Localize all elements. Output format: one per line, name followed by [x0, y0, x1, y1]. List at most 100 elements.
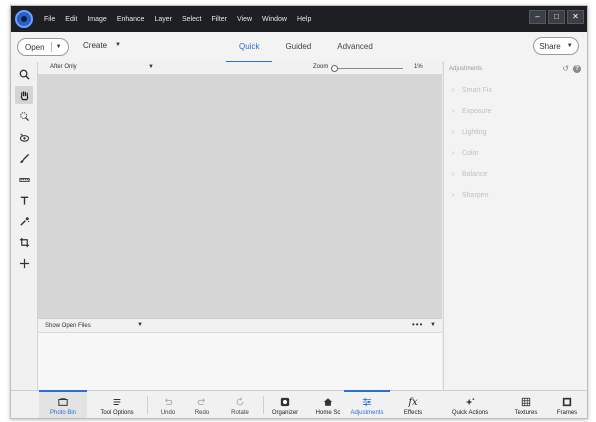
- adjustments-list: › Smart Fix › Exposure › Lighting › Colo…: [444, 80, 587, 206]
- adjustment-color[interactable]: › Color: [444, 143, 587, 164]
- move-tool[interactable]: [15, 254, 33, 272]
- menu-layer[interactable]: Layer: [149, 16, 177, 23]
- photo-bin-header: Show Open Files ▼ ••• ▼: [38, 318, 442, 332]
- menu-edit[interactable]: Edit: [60, 16, 82, 23]
- tool-options-label: Tool Options: [100, 410, 134, 416]
- minimize-button[interactable]: –: [529, 10, 546, 24]
- chevron-right-icon: ›: [451, 150, 455, 157]
- close-button[interactable]: ✕: [567, 10, 584, 24]
- adjustment-label: Color: [462, 150, 479, 157]
- organizer-button[interactable]: Organizer: [267, 391, 303, 418]
- home-screen-button[interactable]: Home Sc: [310, 391, 346, 418]
- create-button-label: Create: [83, 41, 108, 50]
- whiten-teeth-tool[interactable]: [15, 149, 33, 167]
- rotate-icon: [236, 397, 244, 406]
- chevron-right-icon: ›: [451, 171, 455, 178]
- adjustments-label: Adjustments: [350, 410, 384, 416]
- tab-guided[interactable]: Guided: [272, 32, 324, 62]
- zoom-slider-handle[interactable]: [331, 65, 338, 72]
- chevron-down-icon[interactable]: ▼: [430, 322, 436, 328]
- red-eye-tool[interactable]: [15, 128, 33, 146]
- menu-file[interactable]: File: [39, 16, 60, 23]
- tab-advanced[interactable]: Advanced: [324, 32, 386, 62]
- menu-view[interactable]: View: [232, 16, 257, 23]
- redo-label: Redo: [194, 410, 210, 416]
- more-options-icon[interactable]: •••: [412, 320, 423, 329]
- spot-healing-tool[interactable]: [15, 212, 33, 230]
- taskbar-divider: [263, 396, 264, 414]
- reset-icon[interactable]: ↺: [562, 64, 569, 73]
- adjustment-lighting[interactable]: › Lighting: [444, 122, 587, 143]
- quick-selection-icon: [19, 111, 29, 121]
- spot-healing-icon: [19, 216, 29, 226]
- straighten-icon: [18, 177, 30, 182]
- help-icon[interactable]: ?: [573, 64, 581, 73]
- app-window: File Edit Image Enhance Layer Select Fil…: [10, 5, 588, 419]
- maximize-button[interactable]: □: [548, 10, 565, 24]
- chevron-down-icon[interactable]: ▼: [56, 44, 62, 50]
- menu-select[interactable]: Select: [177, 16, 206, 23]
- view-mode-select[interactable]: After Only: [50, 64, 77, 70]
- app-logo-icon: [15, 10, 33, 28]
- quick-selection-tool[interactable]: [15, 107, 33, 125]
- tool-options-button[interactable]: Tool Options: [93, 391, 141, 418]
- photo-bin-icon: [58, 398, 68, 406]
- adjustment-label: Sharpen: [462, 192, 489, 199]
- textures-icon: [521, 397, 531, 407]
- zoom-tool[interactable]: [15, 65, 33, 83]
- frames-label: Frames: [556, 410, 578, 416]
- share-button[interactable]: Share ▼: [533, 37, 579, 55]
- zoom-label: Zoom: [313, 64, 329, 70]
- open-button-label: Open: [25, 42, 45, 52]
- menu-enhance[interactable]: Enhance: [112, 16, 150, 23]
- chevron-down-icon[interactable]: ▼: [137, 322, 143, 328]
- menu-filter[interactable]: Filter: [206, 16, 232, 23]
- open-button-divider: [50, 42, 52, 52]
- create-button[interactable]: Create ▼: [83, 41, 121, 50]
- chevron-down-icon[interactable]: ▼: [148, 64, 154, 70]
- hand-tool[interactable]: [15, 86, 33, 104]
- chevron-right-icon: ›: [451, 108, 455, 115]
- open-button[interactable]: Open ▼: [17, 38, 69, 56]
- frames-button[interactable]: Frames: [551, 391, 583, 418]
- menu-help[interactable]: Help: [292, 16, 316, 23]
- brush-icon: [19, 153, 29, 163]
- redo-button[interactable]: Redo: [188, 391, 216, 418]
- home-icon: [323, 398, 333, 406]
- home-screen-label: Home Sc: [315, 410, 341, 416]
- adjustment-exposure[interactable]: › Exposure: [444, 101, 587, 122]
- rotate-label: Rotate: [231, 410, 249, 416]
- adjustments-button[interactable]: Adjustments: [344, 390, 390, 418]
- image-canvas[interactable]: [38, 74, 442, 318]
- zoom-slider-track[interactable]: [331, 68, 403, 69]
- straighten-tool[interactable]: [15, 170, 33, 188]
- chevron-right-icon: ›: [451, 87, 455, 94]
- hand-icon: [20, 90, 28, 100]
- adjustment-smart-fix[interactable]: › Smart Fix: [444, 80, 587, 101]
- textures-label: Textures: [514, 410, 538, 416]
- menu-window[interactable]: Window: [257, 16, 292, 23]
- photo-bin-button[interactable]: Photo Bin: [39, 390, 87, 418]
- tab-quick[interactable]: Quick: [226, 32, 273, 63]
- effects-button[interactable]: fx Effects: [395, 391, 431, 418]
- adjustment-balance[interactable]: › Balance: [444, 164, 587, 185]
- menu-image[interactable]: Image: [82, 16, 111, 23]
- redo-icon: [197, 398, 205, 405]
- quick-actions-button[interactable]: Quick Actions: [445, 391, 495, 418]
- tool-options-icon: [113, 399, 121, 405]
- chevron-right-icon: ›: [451, 129, 455, 136]
- mode-tabs: Quick Guided Advanced: [226, 32, 386, 63]
- photo-bin-area[interactable]: [38, 332, 442, 391]
- adjustment-sharpen[interactable]: › Sharpen: [444, 185, 587, 206]
- organizer-label: Organizer: [271, 410, 299, 416]
- undo-button[interactable]: Undo: [154, 391, 182, 418]
- photo-bin-filter[interactable]: Show Open Files: [45, 323, 91, 329]
- type-tool[interactable]: [15, 191, 33, 209]
- chevron-down-icon: ▼: [566, 43, 573, 49]
- crop-tool[interactable]: [15, 233, 33, 251]
- magnifier-icon: [19, 69, 30, 80]
- adjustments-panel: Adjustments ↺ ? › Smart Fix › Exposure ›…: [443, 62, 587, 390]
- textures-button[interactable]: Textures: [508, 391, 544, 418]
- rotate-button[interactable]: Rotate: [223, 391, 257, 418]
- adjustment-label: Lighting: [462, 129, 487, 136]
